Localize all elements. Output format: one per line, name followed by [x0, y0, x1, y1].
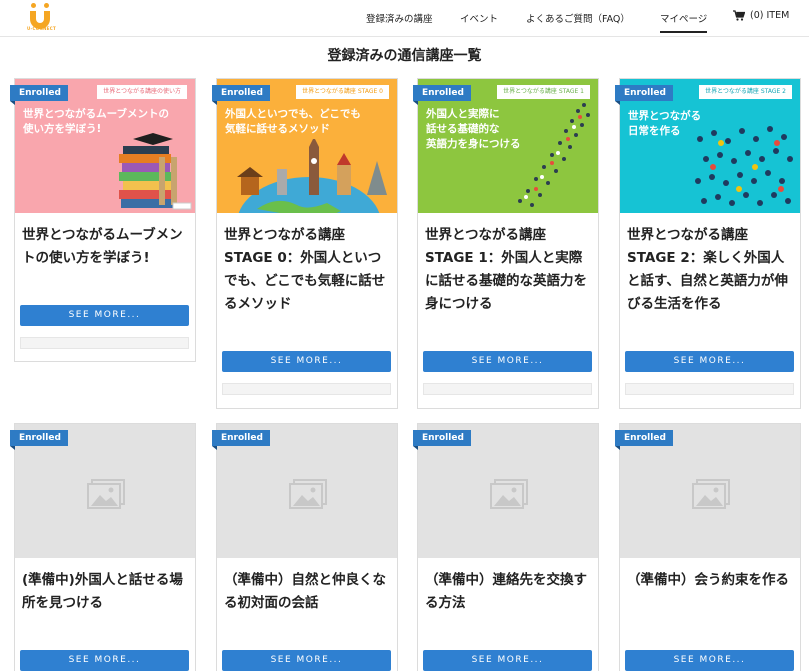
enrolled-badge: Enrolled — [413, 85, 471, 105]
image-placeholder-icon — [692, 479, 730, 509]
banner-text: 世界とつながる 日常を作る — [628, 109, 701, 139]
banner-tag: 世界とつながる講座 STAGE 2 — [699, 85, 792, 99]
course-title[interactable]: （準備中）連絡先を交換する方法 — [425, 569, 593, 615]
see-more-button[interactable]: SEE MORE... — [625, 351, 794, 372]
enrolled-badge: Enrolled — [10, 430, 68, 450]
course-card: Enrolled （準備中）会う約束を作る SEE MORE... — [615, 423, 801, 671]
banner-text: 外国人と実際に 話せる基礎的な 英語力を身につける — [426, 107, 521, 152]
nav-mypage[interactable]: マイページ — [660, 11, 708, 33]
course-title[interactable]: （準備中）会う約束を作る — [627, 569, 795, 592]
course-card: 世界とつながる講座 STAGE 0 外国人といつでも、どこでも 気軽に話せるメソ… — [212, 78, 398, 409]
books-illustration — [119, 133, 192, 210]
enrolled-badge: Enrolled — [10, 85, 68, 105]
image-placeholder-icon — [490, 479, 528, 509]
banner-line: 外国人といつでも、どこでも — [225, 108, 361, 120]
course-card: 世界とつながる講座 STAGE 2 世界とつながる 日常を作る Enrolled… — [615, 78, 801, 409]
banner-line: 使い方を学ぼう! — [23, 123, 102, 135]
banner-text: 世界とつながるムーブメントの 使い方を学ぼう! — [23, 107, 169, 137]
see-more-button[interactable]: SEE MORE... — [20, 650, 189, 671]
image-placeholder-icon — [87, 479, 125, 509]
nav-faq[interactable]: よくあるご質問（FAQ） — [526, 11, 630, 25]
banner-line: 話せる基礎的な — [426, 123, 500, 135]
progress-bar — [20, 337, 189, 349]
banner-line: 世界とつながる — [628, 110, 702, 122]
logo-text: U-CONNECT — [27, 26, 57, 31]
image-placeholder-icon — [289, 479, 327, 509]
enrolled-badge: Enrolled — [212, 85, 270, 105]
see-more-button[interactable]: SEE MORE... — [625, 650, 794, 671]
banner-text: 外国人といつでも、どこでも 気軽に話せるメソッド — [225, 107, 361, 137]
see-more-button[interactable]: SEE MORE... — [20, 305, 189, 326]
course-card: Enrolled （準備中）連絡先を交換する方法 SEE MORE... — [413, 423, 599, 671]
see-more-button[interactable]: SEE MORE... — [222, 650, 391, 671]
page-title: 登録済みの通信講座一覧 — [327, 48, 482, 64]
course-title[interactable]: （準備中）自然と仲良くなる初対面の会話 — [224, 569, 392, 615]
banner-tag: 世界とつながる講座 STAGE 1 — [497, 85, 590, 99]
banner-tag: 世界とつながる講座 STAGE 0 — [296, 85, 389, 99]
course-card: 世界とつながる講座 STAGE 1 外国人と実際に 話せる基礎的な 英語力を身に… — [413, 78, 599, 409]
banner-line: 世界とつながるムーブメントの — [23, 108, 169, 120]
crowd-arrow-illustration — [518, 103, 590, 207]
cart-count: (0) ITEM — [750, 10, 790, 21]
cart-icon — [733, 10, 745, 21]
nav-events[interactable]: イベント — [460, 11, 498, 25]
course-card: 世界とつながる講座の使い方 世界とつながるムーブメントの 使い方を学ぼう! En… — [10, 78, 196, 362]
top-header: U-CONNECT 登録済みの講座 イベント よくあるご質問（FAQ） マイペー… — [0, 0, 809, 37]
crowd-illustration — [695, 126, 793, 206]
course-card: Enrolled (準備中)外国人と話せる場所を見つける SEE MORE... — [10, 423, 196, 671]
banner-line: 気軽に話せるメソッド — [225, 123, 330, 135]
globe-landmarks-illustration — [237, 139, 387, 213]
progress-bar — [625, 383, 794, 395]
enrolled-badge: Enrolled — [212, 430, 270, 450]
cart-button[interactable]: (0) ITEM — [733, 10, 789, 21]
nav-enrolled-courses[interactable]: 登録済みの講座 — [366, 11, 433, 25]
see-more-button[interactable]: SEE MORE... — [423, 351, 592, 372]
progress-bar — [222, 383, 391, 395]
course-card: Enrolled （準備中）自然と仲良くなる初対面の会話 SEE MORE... — [212, 423, 398, 671]
see-more-button[interactable]: SEE MORE... — [423, 650, 592, 671]
enrolled-badge: Enrolled — [413, 430, 471, 450]
banner-line: 日常を作る — [628, 125, 681, 137]
banner-tag: 世界とつながる講座の使い方 — [97, 85, 187, 99]
enrolled-badge: Enrolled — [615, 85, 673, 105]
progress-bar — [423, 383, 592, 395]
banner-line: 外国人と実際に — [426, 108, 500, 120]
course-title[interactable]: 世界とつながる講座 STAGE 1：外国人と実際に話せる基礎的な英語力を身につけ… — [425, 224, 593, 316]
course-title[interactable]: 世界とつながる講座 STAGE 2：楽しく外国人と話す、自然と英語力が伸びる生活… — [627, 224, 795, 316]
course-title[interactable]: 世界とつながる講座 STAGE 0：外国人といつでも、どこでも気軽に話せるメソッ… — [224, 224, 392, 316]
banner-line: 英語力を身につける — [426, 138, 521, 150]
course-title[interactable]: 世界とつながるムーブメントの使い方を学ぼう! — [22, 224, 190, 270]
see-more-button[interactable]: SEE MORE... — [222, 351, 391, 372]
enrolled-badge: Enrolled — [615, 430, 673, 450]
course-title[interactable]: (準備中)外国人と話せる場所を見つける — [22, 569, 190, 615]
